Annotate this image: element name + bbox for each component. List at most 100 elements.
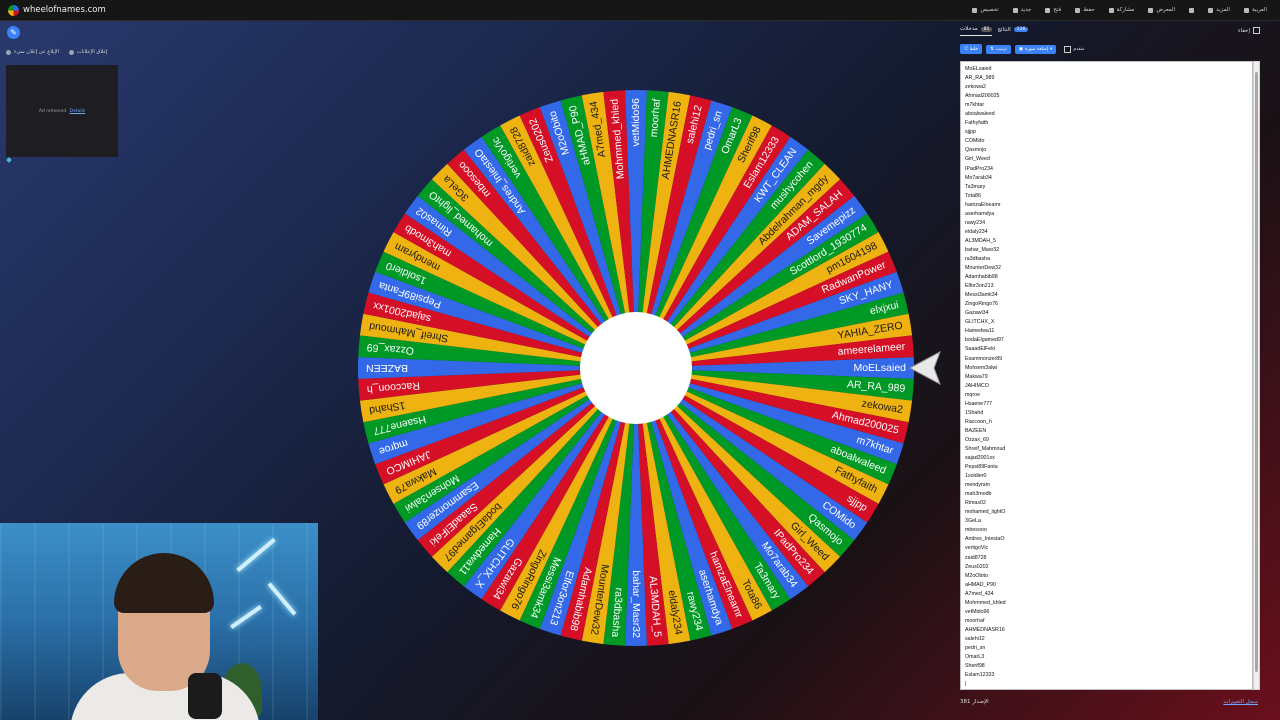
entry-line: Hamedwa11: [965, 328, 995, 335]
ad-links: الإبلاغ عن إعلان سيء إغلاق الإعلانات: [6, 49, 107, 55]
menu-save[interactable]: حفظ: [1070, 7, 1099, 13]
menu-share[interactable]: مشاركة: [1104, 7, 1140, 13]
entry-line: Ahmad200025: [965, 93, 1000, 100]
ad-placeholder: Ad removed. Details: [6, 65, 118, 157]
menu-language[interactable]: العربية: [1239, 7, 1272, 13]
entry-line: Pepsi89Fanta: [965, 464, 998, 471]
entry-line: Sherif98: [965, 663, 985, 670]
entry-line: moorhaf: [965, 617, 985, 624]
entry-line: IPadPro234: [965, 165, 993, 172]
entry-line: SaaadElFeki: [965, 346, 996, 353]
menu-more[interactable]: المزيد: [1203, 7, 1235, 13]
entry-line: zaid8728: [965, 554, 987, 561]
version-text: 381 الإصدار: [960, 699, 989, 705]
entry-line: hamzaElneamr: [965, 201, 1001, 208]
entry-line: Ozzax_69: [965, 436, 989, 443]
wheel[interactable]: MoELsaied AR_RA_989 zekowa2 Ahmad200025 m7kh…: [355, 87, 917, 649]
chevron-down-icon: ▾: [1050, 46, 1053, 52]
scroll-thumb[interactable]: [1255, 72, 1258, 672]
entry-line: Qasmojo: [965, 147, 987, 154]
entry-line: m7khtar: [965, 102, 985, 109]
entry-line: salehi12: [965, 635, 985, 642]
wheel-slice-label: MoELsaied: [853, 362, 906, 374]
flag-icon: [6, 49, 11, 55]
entry-line: pedri_sn: [965, 645, 986, 651]
shuffle-icon: ⤮: [964, 47, 968, 52]
wheel-pointer-icon: [908, 350, 941, 386]
wheel-svg[interactable]: MoELsaiedAR_RA_989zekowa2Ahmad200025m7kh…: [355, 87, 917, 649]
ad-details-link[interactable]: Details: [70, 109, 86, 114]
site-brand[interactable]: wheelofnames.com: [8, 4, 106, 16]
report-ad-link[interactable]: الإبلاغ عن إعلان سيء: [6, 49, 59, 55]
advanced-checkbox[interactable]: [1064, 45, 1072, 53]
hide-toggle[interactable]: إخفاء: [1238, 27, 1260, 34]
entry-line: Girl_Weed: [965, 156, 990, 163]
fullscreen-icon: [1189, 7, 1195, 13]
save-icon: [1075, 7, 1081, 13]
edit-button[interactable]: ✎: [7, 26, 20, 39]
gallery-icon: [1148, 7, 1154, 13]
file-icon: [1012, 7, 1018, 13]
close-ads-link[interactable]: إغلاق الإعلانات: [68, 49, 107, 55]
entry-line: A7med_434: [965, 590, 994, 597]
menu-customize[interactable]: تخصيص: [967, 7, 1003, 13]
tab-results[interactable]: النتائج 116: [997, 27, 1029, 36]
wheel-logo-icon: [8, 4, 19, 16]
entries-count-badge: 81: [980, 26, 993, 32]
ad-choice-icon[interactable]: [6, 157, 12, 163]
top-menu: العربية المزيد المعرض مشاركة حفظ فتح جدي…: [967, 0, 1272, 20]
tab-entries[interactable]: مدخلات 81: [960, 26, 993, 36]
entry-line: vertigoVic: [965, 545, 989, 552]
entries-toolbar: ⤮ خلط ⇅ ترتيب ▣ إضافة صورة ▾ متقدم: [960, 44, 1085, 54]
entry-line: COMido: [965, 138, 985, 145]
menu-open[interactable]: فتح: [1040, 7, 1066, 13]
entry-line: vetMido96: [965, 608, 990, 615]
entry-line: ZingoRingo76: [965, 301, 998, 308]
entry-line: mendyram: [965, 482, 991, 489]
chevron-down-icon: [1208, 7, 1214, 13]
entry-line: eldaly234: [965, 228, 988, 235]
entry-line: Makwa79: [965, 373, 988, 380]
entry-line: AL3MDAH_5: [965, 237, 996, 244]
image-icon: ▣: [1018, 46, 1023, 52]
add-image-button[interactable]: ▣ إضافة صورة ▾: [1014, 44, 1057, 54]
shuffle-button[interactable]: ⤮ خلط: [960, 44, 983, 54]
entry-line: BAZEEN: [965, 427, 987, 434]
entry-line: MounterDew32: [965, 265, 1001, 272]
entry-line: mbesooo: [965, 527, 987, 534]
entries-scrollbar[interactable]: [1253, 61, 1260, 690]
hide-checkbox[interactable]: [1253, 27, 1260, 34]
top-bar: wheelofnames.com العربية المزيد المعرض م…: [0, 0, 1280, 21]
entry-line: JAHIMCO: [965, 382, 989, 389]
webcam-overlay: [0, 523, 318, 720]
pencil-icon: ✎: [10, 28, 17, 37]
entry-line: bahar_Masr32: [965, 246, 1000, 253]
entry-line: Fathyfaith: [965, 120, 989, 127]
advanced-toggle[interactable]: متقدم: [1064, 45, 1085, 53]
results-count-badge: 116: [1013, 27, 1029, 32]
folder-icon: [1045, 7, 1051, 13]
wheel-slice-label: BAZEEN: [366, 362, 408, 374]
entry-line: Andres_IniestaO: [965, 536, 1005, 543]
right-panel-tabs: مدخلات 81 النتائج 116: [955, 24, 1265, 38]
globe-icon: [1243, 7, 1249, 13]
entry-line: Shreif_Mahmoud: [965, 445, 1006, 452]
entry-line: Mohmmed_khled: [965, 599, 1006, 606]
wheel-center-button[interactable]: [580, 312, 692, 424]
close-icon: [68, 49, 74, 55]
entry-line: MoELsaied: [965, 66, 992, 72]
entry-line: mah3modb: [965, 491, 992, 498]
menu-gallery[interactable]: المعرض: [1143, 7, 1180, 13]
wheel-slice-label: bahar_Masr32: [630, 570, 642, 638]
entry-line: Adamhabib98: [965, 274, 998, 281]
entry-line: ra3dbasha: [965, 255, 991, 262]
menu-new[interactable]: جديد: [1008, 7, 1037, 13]
entry-line: rawy234: [965, 219, 986, 226]
changelog-link[interactable]: سجل التغييرات: [1223, 699, 1258, 705]
entries-textarea[interactable]: MoELsaied AR_RA_989 zekowa2 Ahmad200025 m7kh…: [960, 61, 1253, 690]
entry-line: OmarL3: [965, 654, 985, 661]
menu-fullscreen[interactable]: [1184, 7, 1199, 13]
entry-line: Hsaene777: [965, 400, 993, 407]
sort-button[interactable]: ⇅ ترتيب: [986, 44, 1011, 54]
entry-line: Ta3mary: [965, 183, 986, 190]
